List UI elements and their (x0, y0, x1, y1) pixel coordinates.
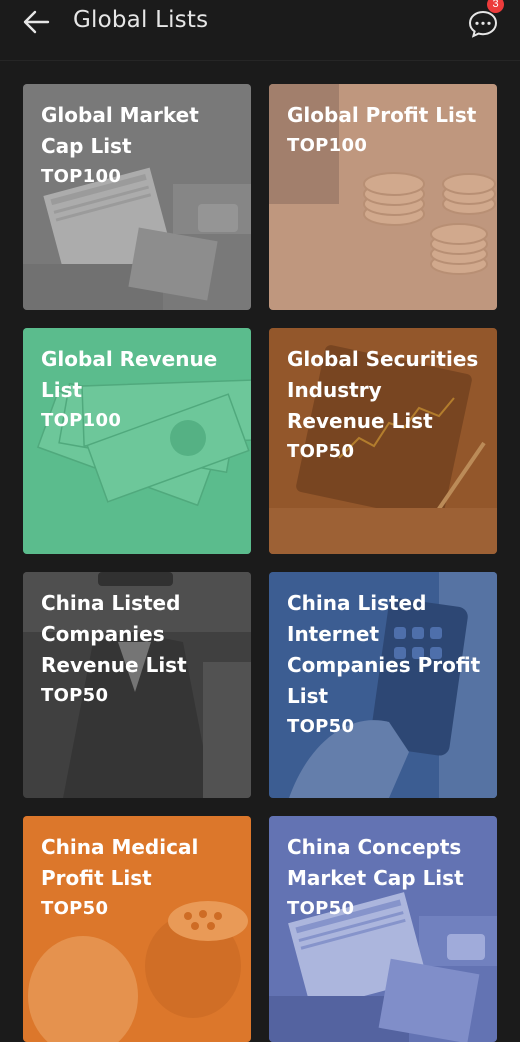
back-button[interactable] (16, 2, 56, 42)
card-tag: TOP50 (287, 898, 355, 919)
list-card-china-concepts-market-cap[interactable]: China Concepts Market Cap List TOP50 (269, 816, 497, 1042)
list-card-global-profit[interactable]: Global Profit List TOP100 (269, 84, 497, 310)
list-card-china-internet-profit[interactable]: China Listed Internet Companies Profit L… (269, 572, 497, 798)
card-tag: TOP50 (287, 441, 355, 462)
card-title: Global Profit List (287, 103, 477, 127)
arrow-left-icon (23, 10, 50, 34)
card-title: China Listed Companies Revenue List (41, 591, 187, 677)
list-card-global-revenue[interactable]: Global Revenue List TOP100 (23, 328, 251, 554)
card-tag: TOP100 (287, 135, 368, 156)
messages-button[interactable]: 3 (466, 0, 504, 38)
list-card-global-securities[interactable]: Global Securities Industry Revenue List … (269, 328, 497, 554)
page-title: Global Lists (73, 7, 209, 33)
card-title: China Listed Internet Companies Profit L… (287, 591, 481, 708)
notification-badge: 3 (487, 0, 504, 13)
top-bar: Global Lists 3 (0, 0, 520, 61)
card-title: China Medical Profit List (41, 835, 199, 890)
card-title: Global Securities Industry Revenue List (287, 347, 479, 433)
card-tag: TOP100 (41, 410, 122, 431)
lists-grid: Global Market Cap List TOP100 Global Pro… (23, 84, 497, 1042)
list-card-global-market-cap[interactable]: Global Market Cap List TOP100 (23, 84, 251, 310)
list-card-china-listed-revenue[interactable]: China Listed Companies Revenue List TOP5… (23, 572, 251, 798)
card-tag: TOP100 (41, 166, 122, 187)
chat-bubble-icon (468, 10, 498, 38)
card-title: Global Revenue List (41, 347, 218, 402)
card-title: China Concepts Market Cap List (287, 835, 464, 890)
card-title: Global Market Cap List (41, 103, 199, 158)
card-tag: TOP50 (41, 685, 109, 706)
list-card-china-medical-profit[interactable]: China Medical Profit List TOP50 (23, 816, 251, 1042)
card-tag: TOP50 (287, 716, 355, 737)
card-tag: TOP50 (41, 898, 109, 919)
